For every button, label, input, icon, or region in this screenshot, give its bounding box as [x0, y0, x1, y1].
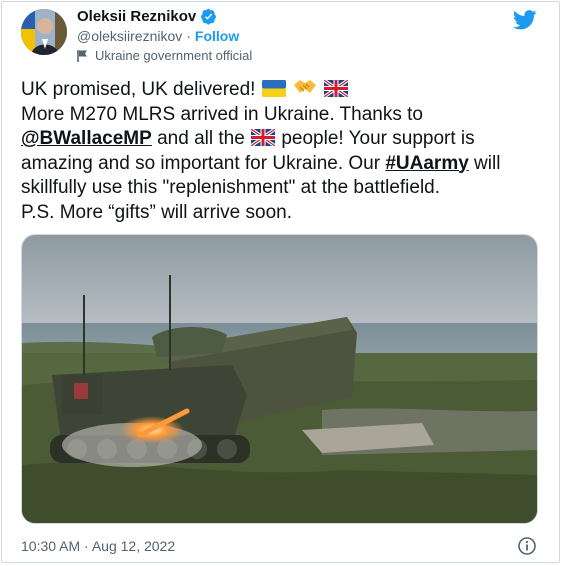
hashtag-link[interactable]: #UAarmy	[385, 153, 468, 174]
verified-badge-icon	[201, 8, 217, 25]
government-account-label[interactable]: Ukraine government official	[95, 48, 252, 63]
handshake-icon	[294, 80, 316, 93]
flag-icon	[77, 49, 87, 62]
tweet-line-2: More M270 MLRS arrived in Ukraine. Thank…	[21, 103, 423, 125]
avatar[interactable]	[21, 9, 67, 55]
tweet-timestamp[interactable]: 10:30 AM · Aug 12, 2022	[21, 538, 175, 554]
separator-dot: ·	[186, 28, 191, 44]
tweet-line-1: UK promised, UK delivered!	[21, 79, 256, 100]
mention-link[interactable]: @BWallaceMP	[21, 128, 152, 149]
follow-button[interactable]: Follow	[195, 28, 239, 44]
author-name[interactable]: Oleksii Reznikov	[77, 8, 196, 25]
tweet-line-6: P.S. More “gifts” will arrive soon.	[21, 201, 293, 223]
info-icon[interactable]	[517, 536, 537, 556]
author-handle[interactable]: @oleksiireznikov	[77, 28, 182, 44]
tweet-card: Oleksii Reznikov @oleksiireznikov · Foll…	[1, 1, 560, 563]
twitter-logo-icon[interactable]	[513, 10, 537, 30]
tweet-line-4b: will	[468, 152, 501, 174]
tweet-line-3b: people! Your support is	[276, 128, 475, 149]
uk-flag-icon	[324, 80, 349, 97]
ukraine-flag-icon	[261, 80, 286, 97]
uk-flag-icon	[251, 129, 276, 146]
tweet-line-5: skillfully use this "replenishment" at t…	[21, 177, 441, 198]
tweet-photo[interactable]	[21, 234, 538, 524]
tweet-text: UK promised, UK delivered! More M270 MLR…	[21, 77, 546, 225]
tweet-line-4a: amazing and so important for Ukraine. Ou…	[21, 152, 386, 174]
tweet-line-3a: and all the	[151, 128, 251, 149]
